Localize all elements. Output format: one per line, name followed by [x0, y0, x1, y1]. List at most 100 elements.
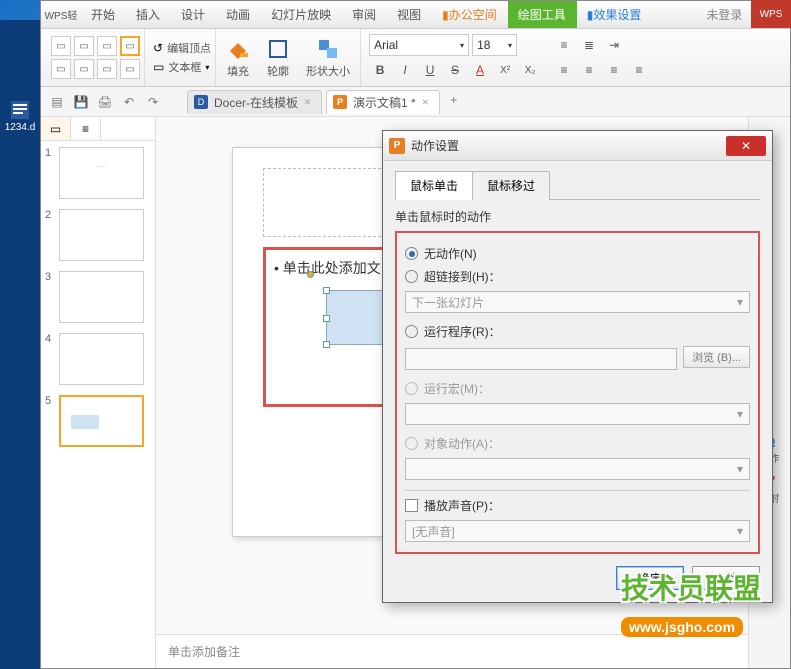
shape-size-button[interactable]: 形状大小 [300, 37, 356, 79]
align-center-button[interactable]: ≡ [578, 59, 600, 81]
font-color-button[interactable]: A [469, 59, 491, 81]
tab-effects[interactable]: ▮效果设置 [577, 1, 653, 28]
tab-view[interactable]: 视图 [387, 1, 432, 28]
thumb-number: 1 [45, 147, 55, 159]
taskbar-app-icon[interactable]: 1234.d [0, 90, 40, 140]
align-icon[interactable]: ▭ [51, 59, 71, 79]
menu-icon[interactable]: ▤ [47, 92, 67, 112]
checkbox-play-sound[interactable] [405, 499, 418, 512]
font-family-combo[interactable]: Arial▾ [369, 34, 469, 56]
italic-button[interactable]: I [394, 59, 416, 81]
align-icon[interactable]: ▭ [97, 36, 117, 56]
doc-tab-presentation[interactable]: P 演示文稿1 * × [326, 90, 440, 114]
slide-thumb[interactable] [59, 209, 144, 261]
align-icon[interactable]: ▭ [120, 59, 140, 79]
tab-review[interactable]: 审阅 [342, 1, 387, 28]
align-left-button[interactable]: ≡ [553, 59, 575, 81]
thumb-number: 3 [45, 271, 55, 283]
textbox-icon[interactable]: ▭ [153, 60, 164, 74]
align-icon[interactable]: ▭ [74, 36, 94, 56]
tab-mouse-hover[interactable]: 鼠标移过 [472, 171, 550, 200]
thumbnail-view-tab[interactable]: ▭ [41, 117, 71, 140]
quick-access-toolbar: ▤ 💾 🖨 ↶ ↷ D Docer-在线模板 × P 演示文稿1 * × + [41, 87, 790, 117]
print-icon[interactable]: 🖨 [95, 92, 115, 112]
undo-icon[interactable]: ↶ [119, 92, 139, 112]
radio-no-action[interactable] [405, 247, 418, 260]
edit-vertex-label[interactable]: 编辑顶点 [167, 40, 211, 56]
align-right-button[interactable]: ≡ [603, 59, 625, 81]
redo-icon[interactable]: ↷ [143, 92, 163, 112]
resize-handle[interactable] [323, 315, 330, 322]
dialog-icon: P [389, 138, 405, 154]
rotate-handle[interactable] [307, 271, 314, 278]
tab-start[interactable]: 开始 [81, 1, 126, 28]
align-justify-button[interactable]: ≡ [628, 59, 650, 81]
align-icon[interactable]: ▭ [97, 59, 117, 79]
new-tab-icon[interactable]: + [444, 90, 464, 110]
strike-button[interactable]: S [444, 59, 466, 81]
font-size-combo[interactable]: 18▾ [472, 34, 517, 56]
notes-pane[interactable]: 单击添加备注 [156, 634, 748, 668]
login-status[interactable]: 未登录 [706, 6, 742, 23]
tab-insert[interactable]: 插入 [126, 1, 171, 28]
thumb-number: 4 [45, 333, 55, 345]
superscript-button[interactable]: X² [494, 59, 516, 81]
indent-button[interactable]: ⇥ [603, 34, 625, 56]
underline-button[interactable]: U [419, 59, 441, 81]
checkbox-play-sound-label: 播放声音(P)： [424, 497, 500, 514]
app-logo[interactable]: WPS轻 [41, 1, 81, 28]
align-icon[interactable]: ▭ [74, 59, 94, 79]
outline-view-tab[interactable]: ≡ [71, 117, 101, 140]
doc-tab-docer[interactable]: D Docer-在线模板 × [187, 90, 322, 114]
edit-vertex-icon[interactable]: ↺ [153, 41, 163, 55]
tab-design[interactable]: 设计 [171, 1, 216, 28]
dialog-close-button[interactable]: ✕ [726, 136, 766, 156]
macro-combo: ▾ [405, 403, 750, 425]
fill-button[interactable]: 填充 [220, 37, 256, 79]
highlighted-options: 无动作(N) 超链接到(H)： 下一张幻灯片▾ 运行程序(R)： 浏览 (B).… [395, 231, 760, 554]
program-path-input[interactable] [405, 348, 677, 370]
dialog-titlebar[interactable]: P 动作设置 ✕ [383, 131, 772, 161]
hyperlink-combo[interactable]: 下一张幻灯片▾ [405, 291, 750, 313]
watermark: 技术员联盟 www.jsgho.com [621, 567, 761, 639]
tab-mouse-click[interactable]: 鼠标单击 [395, 171, 473, 200]
bullets-button[interactable]: ≡ [553, 34, 575, 56]
textbox-label[interactable]: 文本框 [168, 59, 201, 75]
wps-side-label: WPS [751, 0, 791, 28]
align-icon-selected[interactable]: ▭ [120, 36, 140, 56]
os-taskbar: 1234.d [0, 20, 40, 669]
align-icon[interactable]: ▭ [51, 36, 71, 56]
slide-thumb[interactable]: — — [59, 147, 144, 199]
thumb-number: 5 [45, 395, 55, 407]
bold-button[interactable]: B [369, 59, 391, 81]
outline-button[interactable]: 轮廓 [260, 37, 296, 79]
object-action-combo: ▾ [405, 458, 750, 480]
slide-thumb[interactable] [59, 271, 144, 323]
slide-thumb-selected[interactable] [59, 395, 144, 447]
radio-no-action-label: 无动作(N) [424, 245, 477, 262]
resize-handle[interactable] [323, 341, 330, 348]
browse-button[interactable]: 浏览 (B)... [683, 346, 750, 368]
close-tab-icon[interactable]: × [422, 95, 429, 109]
tab-draw-tools[interactable]: 绘图工具 [508, 1, 577, 28]
tab-anim[interactable]: 动画 [216, 1, 261, 28]
menu-bar: WPS轻 开始 插入 设计 动画 幻灯片放映 审阅 视图 ▮办公空间 绘图工具 … [41, 1, 790, 29]
radio-object-action[interactable] [405, 437, 418, 450]
sound-combo[interactable]: [无声音]▾ [405, 520, 750, 542]
tab-office-space[interactable]: ▮办公空间 [432, 1, 508, 28]
dropdown-icon[interactable]: ▾ [205, 63, 209, 72]
radio-object-action-label: 对象动作(A)： [424, 435, 500, 452]
tab-slideshow[interactable]: 幻灯片放映 [261, 1, 342, 28]
save-icon[interactable]: 💾 [71, 92, 91, 112]
radio-hyperlink[interactable] [405, 270, 418, 283]
resize-handle[interactable] [323, 287, 330, 294]
radio-hyperlink-label: 超链接到(H)： [424, 268, 501, 285]
radio-run-macro[interactable] [405, 382, 418, 395]
subscript-button[interactable]: X₂ [519, 59, 541, 81]
numbering-button[interactable]: ≣ [578, 34, 600, 56]
close-tab-icon[interactable]: × [304, 95, 311, 109]
slide-thumb[interactable] [59, 333, 144, 385]
radio-run-program[interactable] [405, 325, 418, 338]
radio-run-macro-label: 运行宏(M)： [424, 380, 490, 397]
thumb-number: 2 [45, 209, 55, 221]
